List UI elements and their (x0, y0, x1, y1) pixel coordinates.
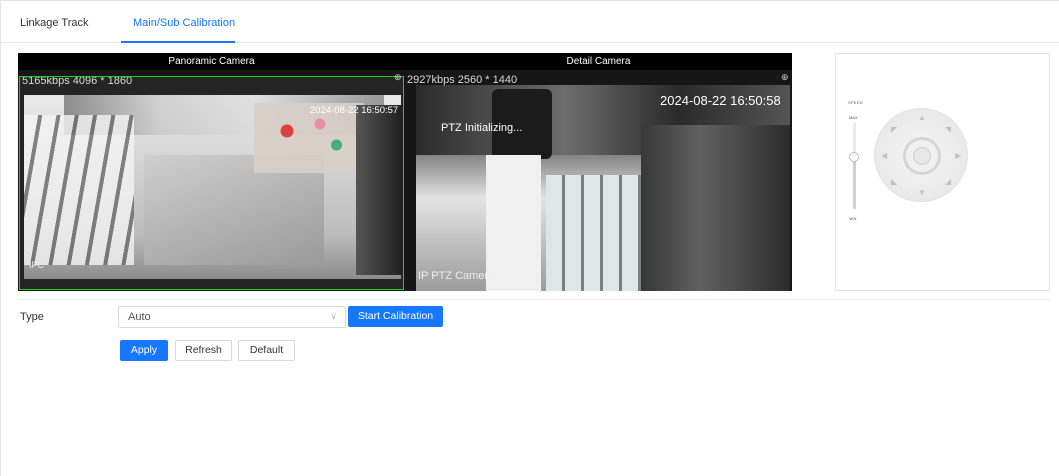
panoramic-bitrate: 5165kbps (22, 76, 70, 87)
pan-right-icon[interactable]: ▶ (955, 152, 961, 160)
active-tab-indicator (121, 41, 235, 43)
tab-linkage-track[interactable]: Linkage Track (20, 17, 88, 29)
type-select[interactable]: Auto ∨ (118, 306, 346, 328)
joystick-ring[interactable] (903, 137, 941, 175)
detail-bitrate: 2927kbps (407, 74, 455, 86)
zoom-in-icon[interactable]: ⊕ (781, 72, 791, 82)
pan-down-left-icon[interactable]: ◣ (891, 178, 897, 186)
type-select-value: Auto (128, 311, 151, 323)
detail-video-view[interactable]: 2927kbps 2560 * 1440 2024-08-22 16:50:58… (405, 70, 792, 291)
detail-timestamp: 2024-08-22 16:50:58 (660, 93, 781, 108)
detail-channel-label: IP PTZ Camera (418, 270, 495, 282)
refresh-button[interactable]: Refresh (175, 340, 232, 361)
panoramic-resolution: 4096 * 1860 (72, 76, 133, 87)
pan-up-left-icon[interactable]: ◤ (891, 126, 897, 134)
tab-bar: Linkage Track Main/Sub Calibration (1, 9, 1059, 43)
ptz-control-panel: SPEED MAX MIN ▲ ▼ ◀ ▶ ◤ ◥ ◣ ◢ (835, 53, 1050, 291)
detail-resolution: 2560 * 1440 (457, 74, 518, 86)
default-button[interactable]: Default (238, 340, 295, 361)
start-calibration-button[interactable]: Start Calibration (348, 306, 443, 327)
speed-min-label: MIN (849, 216, 857, 221)
detail-stream-info: 2927kbps 2560 * 1440 (407, 74, 517, 86)
direction-pad-icon[interactable]: ▲ ▼ ◀ ▶ ◤ ◥ ◣ ◢ (874, 108, 968, 202)
chevron-down-icon: ∨ (330, 311, 337, 321)
detail-video-image (416, 85, 790, 291)
speed-max-label: MAX (849, 115, 858, 120)
panoramic-video-view[interactable]: 5165kbps 4096 * 1860 2024-08-22 16:50:57… (18, 70, 405, 291)
tab-main-sub-calibration[interactable]: Main/Sub Calibration (133, 17, 235, 29)
pan-left-icon[interactable]: ◀ (881, 152, 887, 160)
panoramic-camera-title: Panoramic Camera (18, 53, 405, 70)
section-divider (18, 299, 1050, 300)
type-label: Type (20, 311, 44, 323)
panoramic-video-frame[interactable]: 5165kbps 4096 * 1860 2024-08-22 16:50:57… (19, 76, 404, 290)
detail-camera-title: Detail Camera (405, 53, 792, 70)
panoramic-stream-info: 5165kbps 4096 * 1860 (22, 76, 133, 87)
panoramic-channel-label: IPC (29, 260, 45, 270)
ptz-status-text: PTZ Initializing... (441, 122, 523, 134)
panoramic-video-image (24, 95, 401, 279)
calibration-page: Linkage Track Main/Sub Calibration Panor… (0, 0, 1059, 476)
speed-label: SPEED (848, 100, 864, 105)
zoom-in-icon[interactable]: ⊕ (394, 72, 404, 82)
speed-slider-track[interactable] (853, 123, 856, 209)
apply-button[interactable]: Apply (120, 340, 168, 361)
speed-slider-fill (853, 157, 856, 209)
pan-up-right-icon[interactable]: ◥ (945, 126, 951, 134)
pan-down-right-icon[interactable]: ◢ (945, 178, 951, 186)
pan-down-icon[interactable]: ▼ (918, 189, 926, 197)
speed-slider-handle[interactable] (849, 152, 859, 163)
panoramic-timestamp: 2024-08-22 16:50:57 (310, 105, 399, 116)
pan-up-icon[interactable]: ▲ (918, 114, 926, 122)
joystick-center[interactable] (913, 147, 931, 165)
